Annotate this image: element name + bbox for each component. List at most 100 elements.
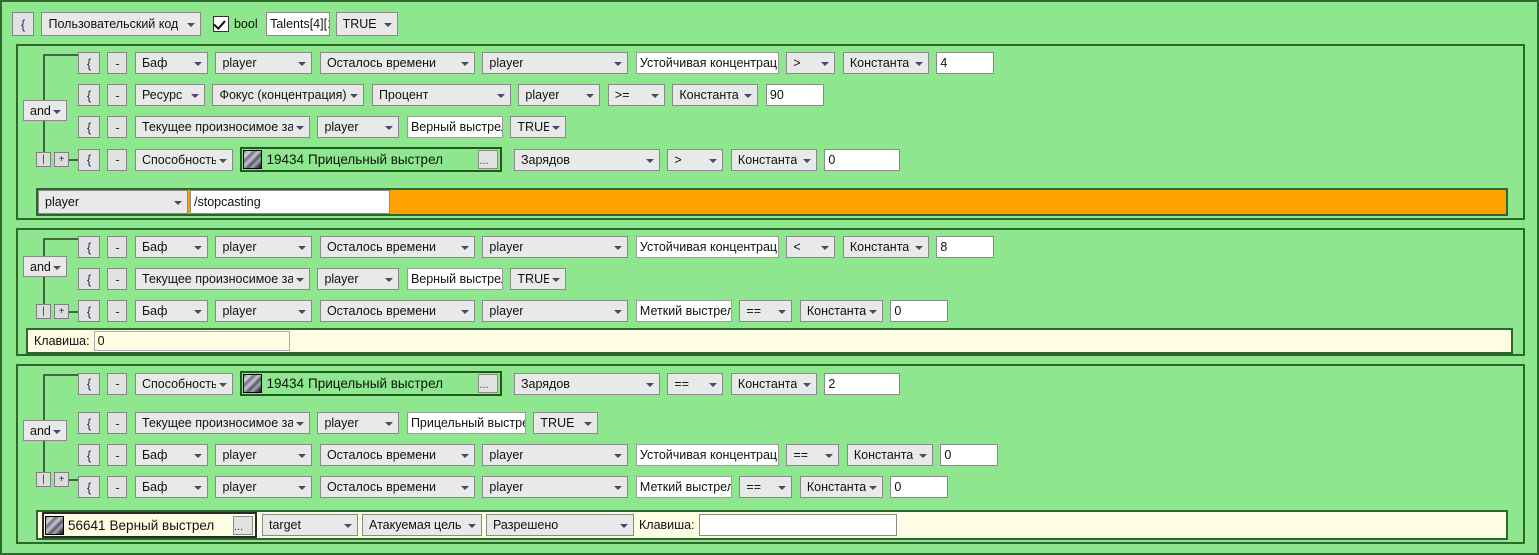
property-combo[interactable]: Осталось времени <box>319 300 475 322</box>
header-code-input[interactable]: Talents[4][1] <box>266 12 331 36</box>
bool-value-combo[interactable]: TRUE <box>533 412 599 434</box>
row-remove-button[interactable]: - <box>107 52 128 74</box>
logic-operator-combo-3[interactable]: and <box>23 420 67 441</box>
action-ability-browse-button[interactable]: ... <box>233 515 253 535</box>
row-remove-button[interactable]: - <box>107 148 128 171</box>
condition-type-combo[interactable]: Баф <box>134 236 208 258</box>
row-open-brace-button[interactable]: { <box>78 236 100 258</box>
comparator-combo[interactable]: == <box>786 444 840 466</box>
condition-type-combo[interactable]: Баф <box>134 476 208 498</box>
row-open-brace-button[interactable]: { <box>78 52 100 74</box>
value-type-combo[interactable]: Константа <box>799 300 883 322</box>
property-combo[interactable]: Осталось времени <box>319 236 475 258</box>
comparator-combo[interactable]: > <box>667 148 724 171</box>
property-combo[interactable]: Зарядов <box>513 372 660 395</box>
comparator-combo[interactable]: == <box>739 476 793 498</box>
tree-collapse-button[interactable]: | <box>36 304 51 319</box>
spell-name-field[interactable]: Прицельный выстрел <box>406 412 526 434</box>
bool-value-combo[interactable]: TRUE <box>510 116 567 138</box>
condition-type-combo[interactable]: Баф <box>134 52 208 74</box>
unit-target-combo[interactable]: player <box>482 52 629 74</box>
row-open-brace-button[interactable]: { <box>78 476 100 498</box>
condition-type-combo[interactable]: Текущее произносимое заклинание <box>134 116 310 138</box>
tree-collapse-button[interactable]: | <box>36 152 51 167</box>
action-target-combo[interactable]: Атакуемая цель <box>362 514 482 536</box>
property-combo[interactable]: Зарядов <box>513 148 660 171</box>
row-open-brace-button[interactable]: { <box>78 268 100 290</box>
row-remove-button[interactable]: - <box>107 372 128 395</box>
unit-source-combo[interactable]: player <box>215 444 313 466</box>
unit-target-combo[interactable]: player <box>317 412 400 434</box>
unit-target-combo[interactable]: player <box>482 476 629 498</box>
value-input[interactable]: 4 <box>936 52 995 74</box>
value-input[interactable]: 0 <box>890 476 949 498</box>
value-input[interactable]: 8 <box>936 236 995 258</box>
spell-name-field[interactable]: Верный выстрел <box>406 268 503 290</box>
comparator-combo[interactable]: == <box>667 372 724 395</box>
logic-operator-combo-1[interactable]: and <box>23 100 67 121</box>
tree-add-button[interactable]: + <box>54 152 69 167</box>
condition-type-combo[interactable]: Способность <box>134 148 233 171</box>
value-type-combo[interactable]: Константа <box>799 476 883 498</box>
unit-source-combo[interactable]: player <box>215 236 313 258</box>
row-open-brace-button[interactable]: { <box>78 84 100 106</box>
value-type-combo[interactable]: Константа <box>672 84 759 106</box>
unit-target-combo[interactable]: player <box>518 84 601 106</box>
comparator-combo[interactable]: >= <box>607 84 665 106</box>
row-remove-button[interactable]: - <box>107 268 128 290</box>
value-input[interactable]: 0 <box>940 444 999 466</box>
condition-type-combo[interactable]: Баф <box>134 444 208 466</box>
spell-name-field[interactable]: Устойчивая концентрация <box>635 52 779 74</box>
condition-type-combo[interactable]: Текущее произносимое заклинание <box>134 268 310 290</box>
spell-name-field[interactable]: Устойчивая концентрация <box>635 236 779 258</box>
condition-type-combo[interactable]: Ресурс <box>134 84 205 106</box>
row-remove-button[interactable]: - <box>107 84 128 106</box>
macro-command-input[interactable]: /stopcasting <box>190 190 390 214</box>
value-type-combo[interactable]: Константа <box>846 444 933 466</box>
resource-combo[interactable]: Фокус (концентрация) ı <box>212 84 365 106</box>
property-combo[interactable]: Осталось времени <box>319 476 475 498</box>
value-type-combo[interactable]: Константа <box>730 372 817 395</box>
value-input[interactable]: 0 <box>824 148 901 171</box>
key-input[interactable] <box>698 514 897 536</box>
tree-add-button[interactable]: + <box>54 472 69 487</box>
value-input[interactable]: 2 <box>824 372 901 395</box>
tree-add-button[interactable]: + <box>54 304 69 319</box>
header-bool-checkbox[interactable]: bool <box>212 12 258 36</box>
condition-type-combo[interactable]: Баф <box>134 300 208 322</box>
unit-target-combo[interactable]: player <box>482 236 629 258</box>
row-open-brace-button[interactable]: { <box>78 444 100 466</box>
row-open-brace-button[interactable]: { <box>78 148 100 171</box>
unit-target-combo[interactable]: player <box>482 300 629 322</box>
unit-target-combo[interactable]: player <box>482 444 629 466</box>
action-ability-picker[interactable]: 56641 Верный выстрел ... <box>42 512 257 538</box>
row-open-brace-button[interactable]: { <box>78 300 100 322</box>
spell-name-field[interactable]: Устойчивая концентрация <box>635 444 779 466</box>
ability-picker[interactable]: 19434 Прицельный выстрел ... <box>240 371 503 396</box>
header-open-brace-button[interactable]: { <box>12 12 34 36</box>
property-combo[interactable]: Осталось времени <box>319 52 475 74</box>
action-allow-combo[interactable]: Разрешено <box>486 514 634 536</box>
row-open-brace-button[interactable]: { <box>78 412 100 434</box>
unit-target-combo[interactable]: player <box>317 268 400 290</box>
header-type-combo[interactable]: Пользовательский код <box>41 12 202 36</box>
unit-target-combo[interactable]: player <box>317 116 400 138</box>
ability-picker[interactable]: 19434 Прицельный выстрел ... <box>240 147 503 172</box>
action-unit-combo[interactable]: target <box>262 514 358 536</box>
bool-value-combo[interactable]: TRUE <box>510 268 567 290</box>
spell-name-field[interactable]: Меткий выстрел <box>635 476 732 498</box>
unit-source-combo[interactable]: player <box>215 52 313 74</box>
value-type-combo[interactable]: Константа <box>730 148 817 171</box>
comparator-combo[interactable]: == <box>739 300 793 322</box>
row-remove-button[interactable]: - <box>107 116 128 138</box>
header-bool-combo[interactable]: TRUE <box>335 12 398 36</box>
row-open-brace-button[interactable]: { <box>78 116 100 138</box>
spell-name-field[interactable]: Меткий выстрел <box>635 300 732 322</box>
property-combo[interactable]: Осталось времени <box>319 444 475 466</box>
comparator-combo[interactable]: < <box>786 236 836 258</box>
spell-name-field[interactable]: Верный выстрел <box>406 116 503 138</box>
row-remove-button[interactable]: - <box>107 412 128 434</box>
value-input[interactable]: 0 <box>890 300 949 322</box>
row-open-brace-button[interactable]: { <box>78 372 100 395</box>
row-remove-button[interactable]: - <box>107 300 128 322</box>
